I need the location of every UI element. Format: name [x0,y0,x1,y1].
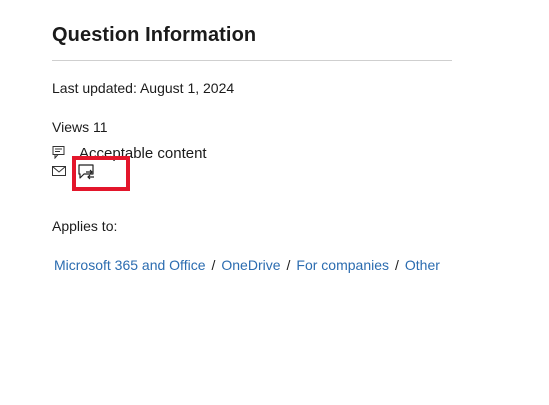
views-count: Views 11 [52,119,108,135]
applies-to-microsoft-365-link[interactable]: Microsoft 365 and Office [54,257,205,273]
mail-icon[interactable] [52,166,67,177]
page-title: Question Information [52,24,257,46]
highlight-box [72,156,130,191]
separator: / [286,257,291,273]
applies-to-onedrive-link[interactable]: OneDrive [221,257,280,273]
separator: / [395,257,399,273]
applies-to-other-link[interactable]: Other [405,257,440,273]
applies-to-list: Microsoft 365 and Office / OneDrive / For co… [54,257,440,273]
separator: / [211,257,216,273]
divider [52,60,452,61]
applies-to-label: Applies to: [52,218,118,234]
applies-to-for-companies-link[interactable]: For companies [296,257,389,273]
question-information-panel: Question Information Last updated: Augus… [0,0,549,405]
last-updated-text: Last updated: August 1, 2024 [52,80,235,96]
report-icon[interactable] [52,146,66,159]
